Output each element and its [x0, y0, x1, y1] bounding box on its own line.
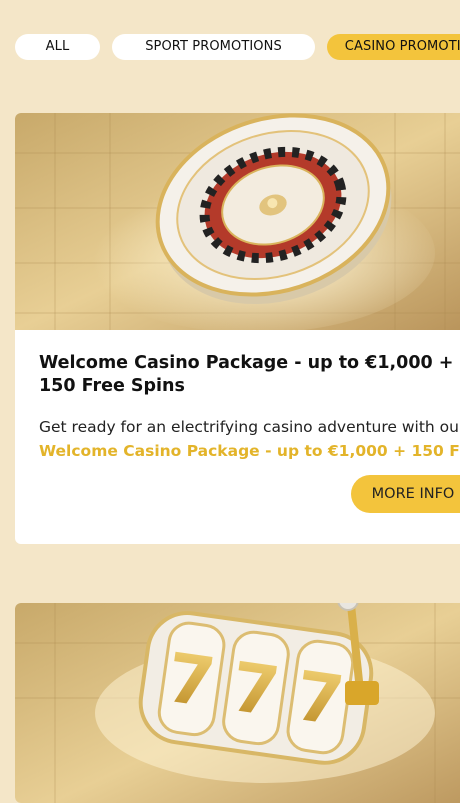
- promo-card-welcome-casino: Welcome Casino Package - up to €1,000 + …: [15, 113, 460, 544]
- promo-card-slots: 7 7 7: [15, 603, 460, 803]
- roulette-wheel-image[interactable]: [15, 113, 460, 330]
- promo-description-text: Get ready for an electrifying casino adv…: [39, 418, 460, 436]
- promo-description: Get ready for an electrifying casino adv…: [39, 415, 460, 463]
- more-info-button[interactable]: MORE INFO: [351, 475, 460, 513]
- promo-description-highlight: Welcome Casino Package - up to €1,000 + …: [39, 442, 460, 460]
- filter-casino-promotions[interactable]: CASINO PROMOTIONS: [327, 34, 460, 60]
- promo-title: Welcome Casino Package - up to €1,000 + …: [39, 353, 454, 396]
- filter-all[interactable]: ALL: [15, 34, 100, 60]
- filter-sport-promotions[interactable]: SPORT PROMOTIONS: [112, 34, 315, 60]
- promo-filter-bar: ALL SPORT PROMOTIONS CASINO PROMOTIONS: [15, 34, 460, 60]
- slot-machine-777-image[interactable]: 7 7 7: [15, 603, 460, 803]
